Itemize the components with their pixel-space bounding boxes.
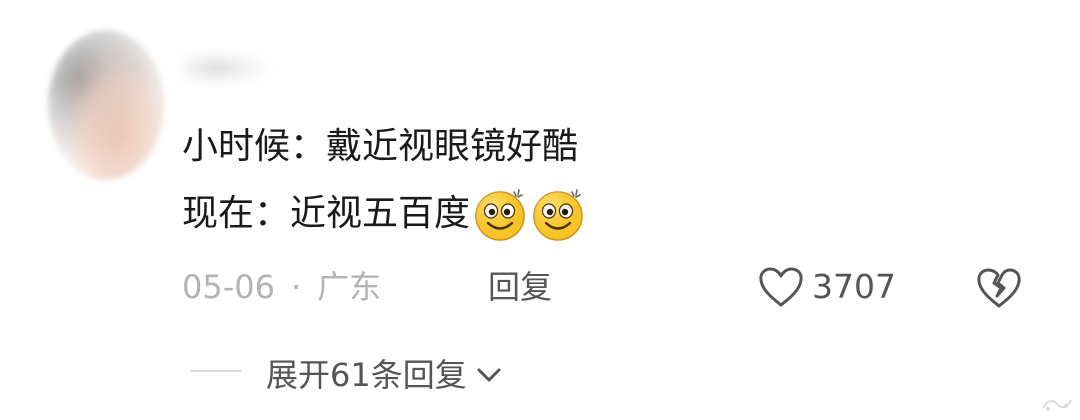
silly-grin-emoji-icon [533, 189, 583, 241]
expand-replies-button[interactable]: 展开61条回复 [266, 350, 503, 400]
username-blurred[interactable] [182, 50, 272, 86]
comment-date: 05-06 [182, 268, 275, 306]
comment-location: 广东 [317, 268, 382, 306]
comment-item: 小时候：戴近视眼镜好酷 现在：近视五百度 05-06 · 广东 回复 3707 … [0, 0, 1080, 420]
comment-text-line-2: 现在：近视五百度 [182, 186, 586, 242]
expand-replies-label: 展开61条回复 [266, 356, 467, 394]
expand-divider [190, 370, 242, 372]
heart-outline-icon [759, 267, 803, 307]
reply-button[interactable]: 回复 [488, 262, 552, 312]
watermark-logo [1042, 399, 1072, 411]
comment-text-line-2-text: 现在：近视五百度 [182, 193, 471, 234]
comment-meta: 05-06 · 广东 [182, 262, 381, 312]
like-button[interactable]: 3707 [758, 262, 896, 312]
meta-separator: · [290, 268, 302, 306]
chevron-down-icon [477, 368, 501, 382]
avatar[interactable] [48, 30, 164, 180]
broken-heart-icon[interactable] [974, 262, 1024, 312]
comment-text-line-1: 小时候：戴近视眼镜好酷 [182, 126, 579, 167]
like-count: 3707 [812, 267, 896, 306]
silly-grin-emoji-icon [475, 189, 525, 241]
